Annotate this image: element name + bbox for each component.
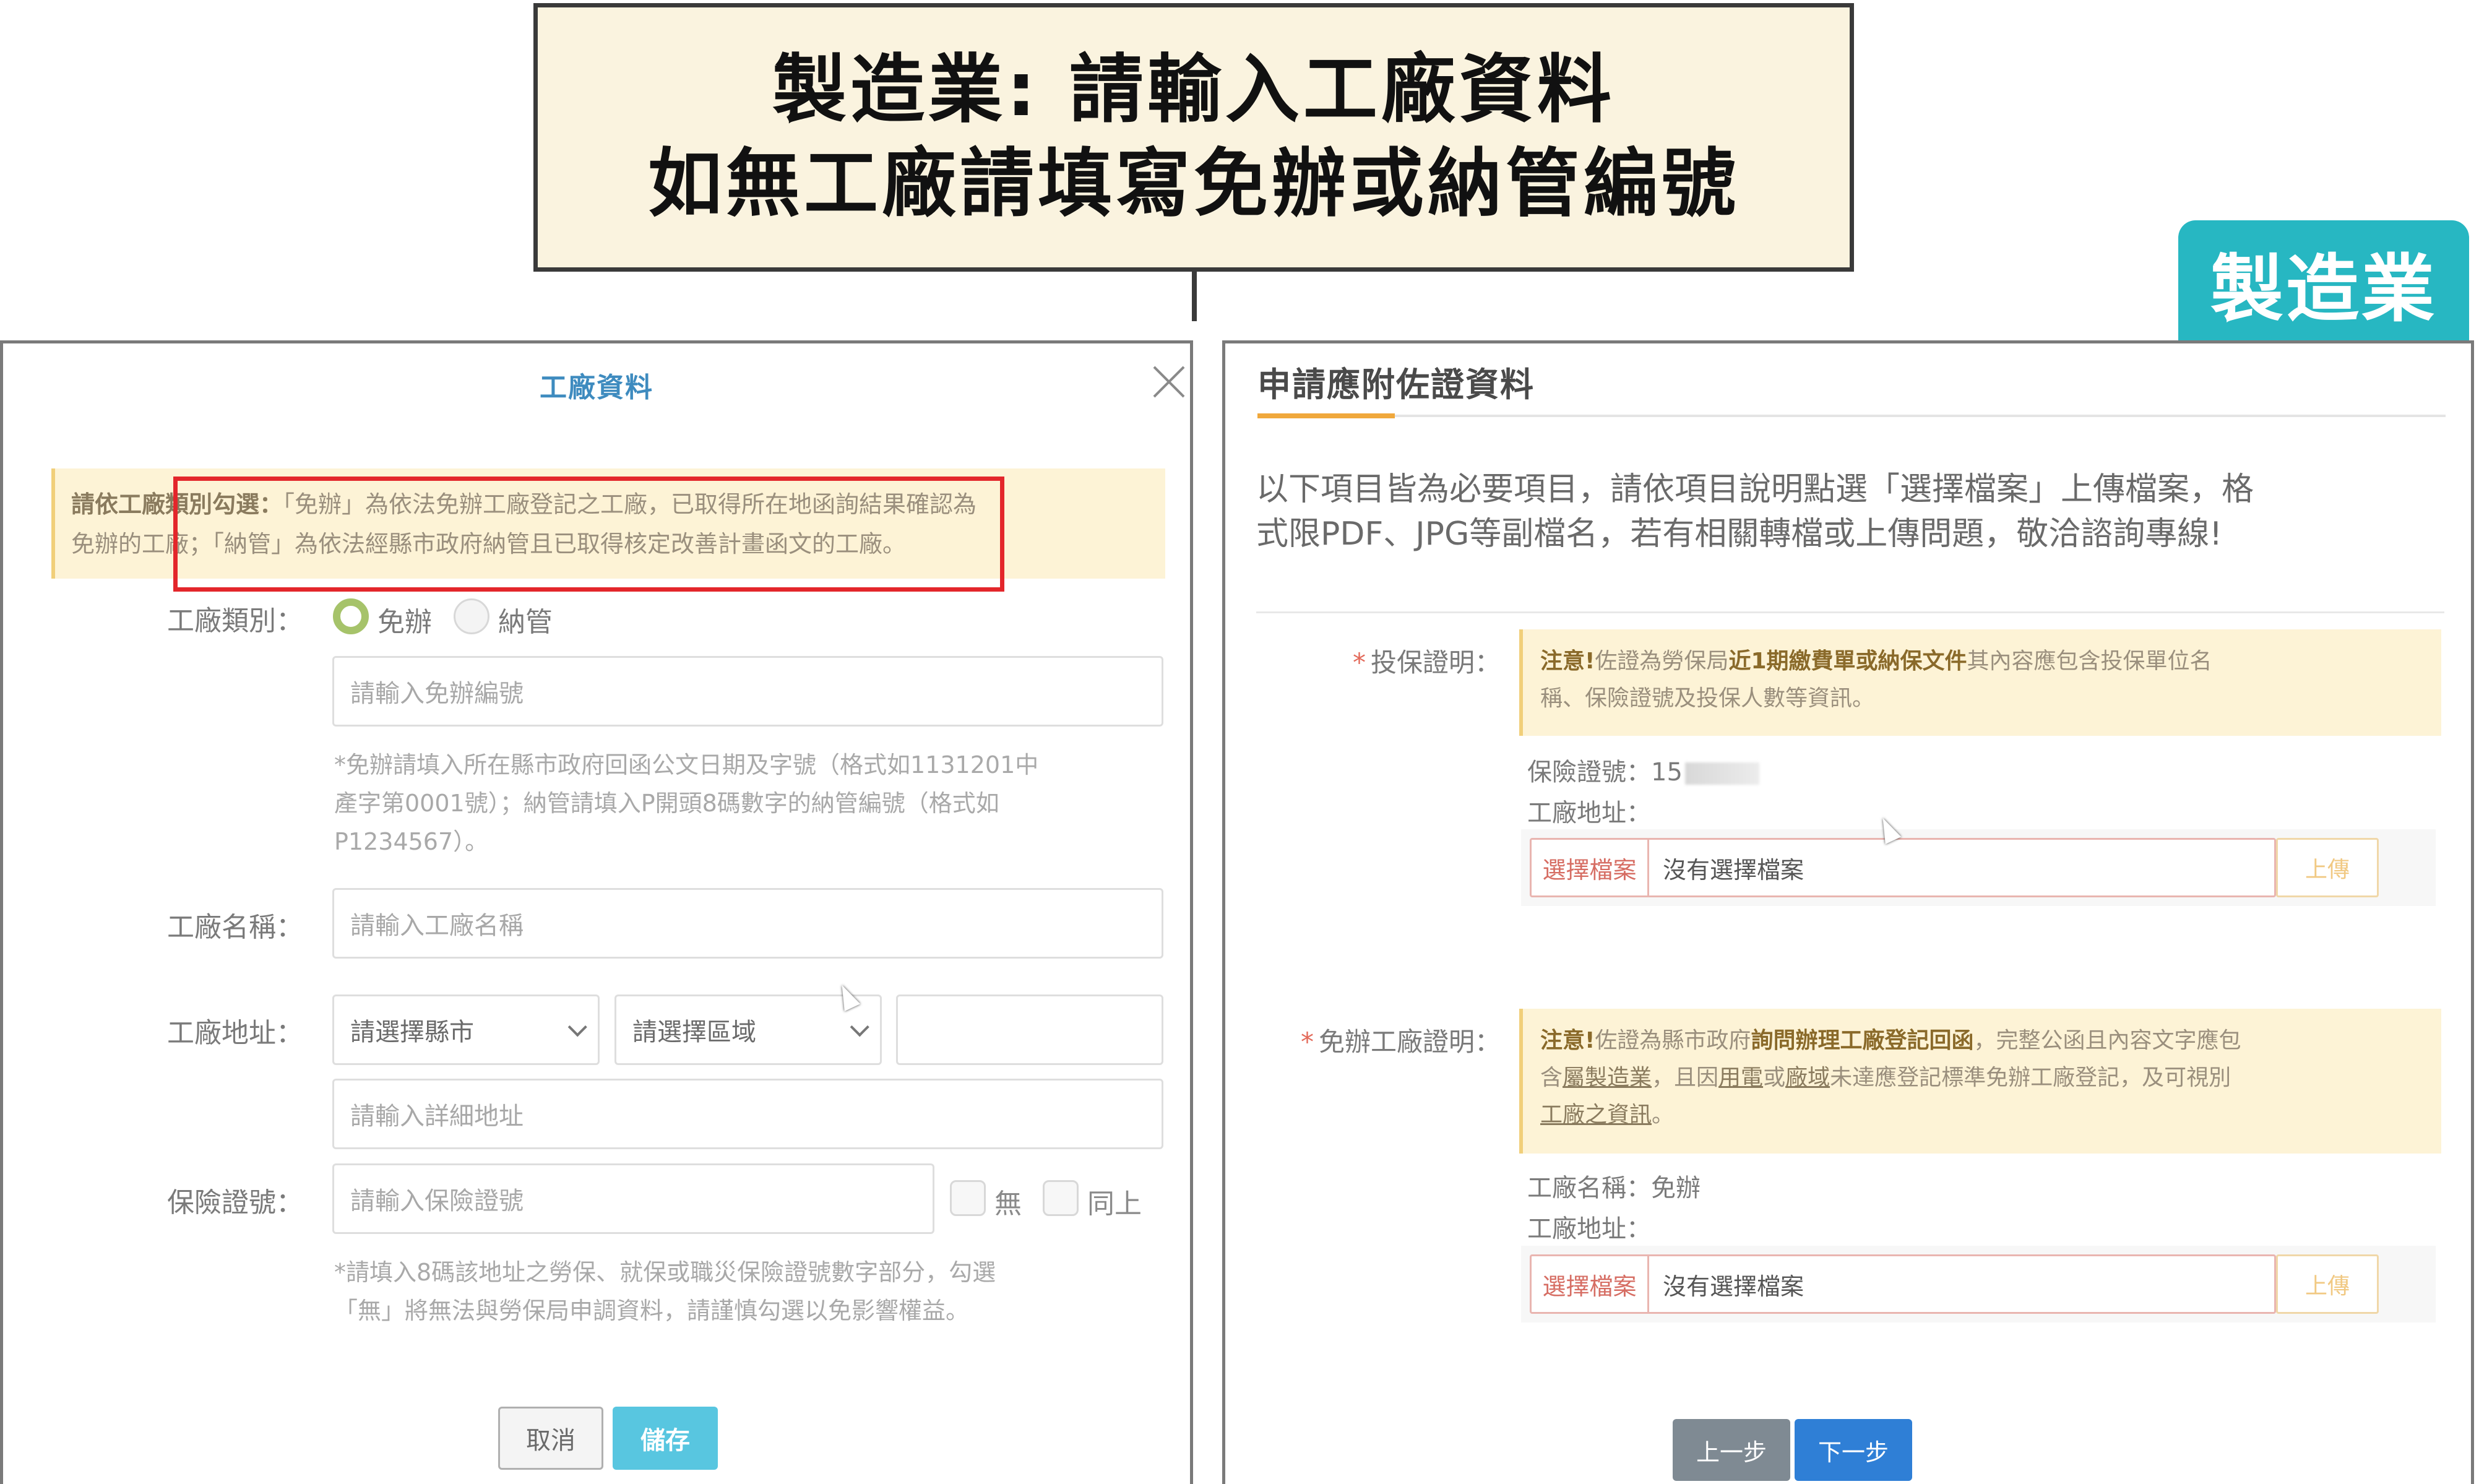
upload-button[interactable]: 上傳 <box>2276 838 2379 897</box>
warn-text: 稱、保險證號及投保人數等資訊。 <box>1540 686 1875 711</box>
insurance-file-row: 選擇檔案 沒有選擇檔案 上傳 <box>1521 829 2436 906</box>
industry-tag: 製造業 <box>2178 220 2469 344</box>
highlight-box <box>173 477 1004 592</box>
callout-line-1: 製造業: 請輸入工廠資料 <box>772 47 1615 133</box>
factory-name-line: 工廠名稱：免辦 <box>1527 1174 1701 1202</box>
redacted-value <box>1684 762 1759 785</box>
insurance-number-label: 保險證號： <box>167 1187 303 1219</box>
exempt-proof-label-text: 免辦工廠證明： <box>1318 1027 1501 1057</box>
title-accent <box>1257 413 1395 418</box>
prev-step-button[interactable]: 上一步 <box>1673 1419 1790 1481</box>
callout-banner: 製造業: 請輸入工廠資料 如無工廠請填寫免辦或納管編號 <box>533 3 1854 272</box>
insurance-hint: *請填入8碼該地址之勞保、就保或職災保險證號數字部分，勾選 「無」將無法與勞保局… <box>334 1253 996 1330</box>
checkbox-none-label: 無 <box>994 1188 1022 1220</box>
warn-bold: 詢問辦理工廠登記回函 <box>1751 1028 1974 1053</box>
warn-bold: 注意! <box>1540 649 1595 674</box>
radio-exempt[interactable] <box>333 598 369 634</box>
postal-code-input[interactable] <box>896 994 1163 1065</box>
chevron-down-icon <box>850 1017 869 1037</box>
hint-line: *免辦請填入所在縣市政府回函公文日期及字號（格式如1131201中 <box>334 751 1039 779</box>
modal-title: 工廠資料 <box>540 372 653 403</box>
insurance-proof-warning: 注意!佐證為勞保局近1期繳費單或納保文件其內容應包含投保單位名 稱、保險證號及投… <box>1519 629 2441 736</box>
insurance-proof-label-text: 投保證明： <box>1370 647 1501 678</box>
choose-file-button[interactable]: 選擇檔案 <box>1532 1256 1649 1312</box>
warn-text: 佐證為縣市政府 <box>1595 1028 1751 1053</box>
close-icon[interactable] <box>1147 360 1190 403</box>
warn-underline: 屬製造業 <box>1563 1065 1652 1090</box>
hint-line: P1234567）。 <box>334 828 489 855</box>
warn-text: ，完整公函且內容文字應包 <box>1973 1028 2241 1053</box>
exempt-proof-label: * 免辦工廠證明： <box>1287 1021 1501 1059</box>
cancel-button[interactable]: 取消 <box>498 1407 603 1470</box>
section-divider <box>1256 611 2444 613</box>
insurance-file-input[interactable]: 選擇檔案 沒有選擇檔案 <box>1530 838 2276 897</box>
supporting-documents-panel: 申請應附佐證資料 以下項目皆為必要項目，請依項目說明點選「選擇檔案」上傳檔案，格… <box>1222 340 2474 1484</box>
callout-line-2: 如無工廠請填寫免辦或納管編號 <box>648 141 1740 227</box>
factory-address-line-1: 工廠地址： <box>1527 799 1651 827</box>
factory-address-label: 工廠地址： <box>167 1017 303 1049</box>
insurance-number-input[interactable]: 請輸入保險證號 <box>332 1163 934 1234</box>
factory-data-modal: 工廠資料 請依工廠類別勾選：「免辦」為依法免辦工廠登記之工廠，已取得所在地函詢結… <box>0 340 1193 1484</box>
factory-type-label: 工廠類別： <box>167 605 303 637</box>
exempt-proof-warning: 注意!佐證為縣市政府詢問辦理工廠登記回函，完整公函且內容文字應包 含屬製造業，且… <box>1519 1009 2441 1154</box>
warn-underline: 用電 <box>1718 1065 1764 1090</box>
chevron-down-icon <box>567 1017 587 1037</box>
intro-line: 以下項目皆為必要項目，請依項目說明點選「選擇檔案」上傳檔案，格 <box>1256 471 2254 508</box>
insurance-number-line: 保險證號：15 <box>1527 752 1759 788</box>
factory-address-line-2: 工廠地址： <box>1527 1215 1651 1243</box>
save-button[interactable]: 儲存 <box>613 1407 718 1470</box>
checkbox-same[interactable] <box>1043 1180 1079 1216</box>
district-select-value: 請選擇區域 <box>632 1018 756 1046</box>
intro-text: 以下項目皆為必要項目，請依項目說明點選「選擇檔案」上傳檔案，格 式限PDF、JP… <box>1256 467 2451 556</box>
file-name: 沒有選擇檔案 <box>1663 1272 1804 1300</box>
hint-line: 產字第0001號）；納管請填入P開頭8碼數字的納管編號（格式如 <box>334 790 999 817</box>
warn-text: 或 <box>1763 1065 1786 1090</box>
detail-address-input[interactable]: 請輸入詳細地址 <box>332 1079 1163 1149</box>
insurance-number-text: 保險證號：15 <box>1527 758 1683 787</box>
warn-bold: 近1期繳費單或納保文件 <box>1728 649 1967 674</box>
hint-line: *請填入8碼該地址之勞保、就保或職災保險證號數字部分，勾選 <box>334 1259 996 1286</box>
exempt-number-input[interactable]: 請輸入免辦編號 <box>332 656 1163 727</box>
factory-name-label: 工廠名稱： <box>167 912 303 943</box>
radio-managed-label: 納管 <box>498 606 553 638</box>
warn-text: 。 <box>1652 1102 1675 1128</box>
checkbox-none[interactable] <box>950 1180 986 1216</box>
file-name: 沒有選擇檔案 <box>1663 856 1804 884</box>
factory-name-input[interactable]: 請輸入工廠名稱 <box>332 888 1163 959</box>
warn-underline: 工廠之資訊 <box>1540 1102 1652 1128</box>
next-step-button[interactable]: 下一步 <box>1795 1419 1912 1481</box>
warn-underline: 廠域 <box>1785 1065 1830 1090</box>
callout-connector <box>1192 272 1197 321</box>
county-select[interactable]: 請選擇縣市 <box>332 994 600 1065</box>
exempt-file-row: 選擇檔案 沒有選擇檔案 上傳 <box>1521 1246 2436 1322</box>
exempt-file-input[interactable]: 選擇檔案 沒有選擇檔案 <box>1530 1254 2276 1314</box>
warn-text: 其內容應包含投保單位名 <box>1967 649 2212 674</box>
warn-text: 佐證為勞保局 <box>1595 649 1729 674</box>
warn-text: 未達應登記標準免辦工廠登記，及可視別 <box>1830 1065 2231 1090</box>
panel-title: 申請應附佐證資料 <box>1257 365 1535 404</box>
radio-exempt-label: 免辦 <box>377 606 432 638</box>
county-select-value: 請選擇縣市 <box>350 1018 474 1046</box>
warn-bold: 注意! <box>1540 1028 1595 1053</box>
intro-line: 式限PDF、JPG等副檔名，若有相關轉檔或上傳問題，敬洽諮詢專線! <box>1256 516 2223 553</box>
insurance-proof-label: * 投保證明： <box>1352 642 1501 679</box>
title-underline <box>1257 415 2446 417</box>
warn-text: ，且因 <box>1652 1065 1719 1090</box>
upload-button[interactable]: 上傳 <box>2276 1254 2379 1314</box>
required-star: * <box>1352 647 1366 678</box>
exempt-number-hint: *免辦請填入所在縣市政府回函公文日期及字號（格式如1131201中 產字第000… <box>334 746 1038 861</box>
choose-file-button[interactable]: 選擇檔案 <box>1532 840 1649 895</box>
hint-line: 「無」將無法與勞保局申調資料，請謹慎勾選以免影響權益。 <box>334 1297 970 1324</box>
checkbox-same-label: 同上 <box>1087 1188 1142 1220</box>
radio-managed[interactable] <box>454 598 489 634</box>
warn-text: 含 <box>1540 1065 1563 1090</box>
required-star: * <box>1300 1027 1314 1057</box>
